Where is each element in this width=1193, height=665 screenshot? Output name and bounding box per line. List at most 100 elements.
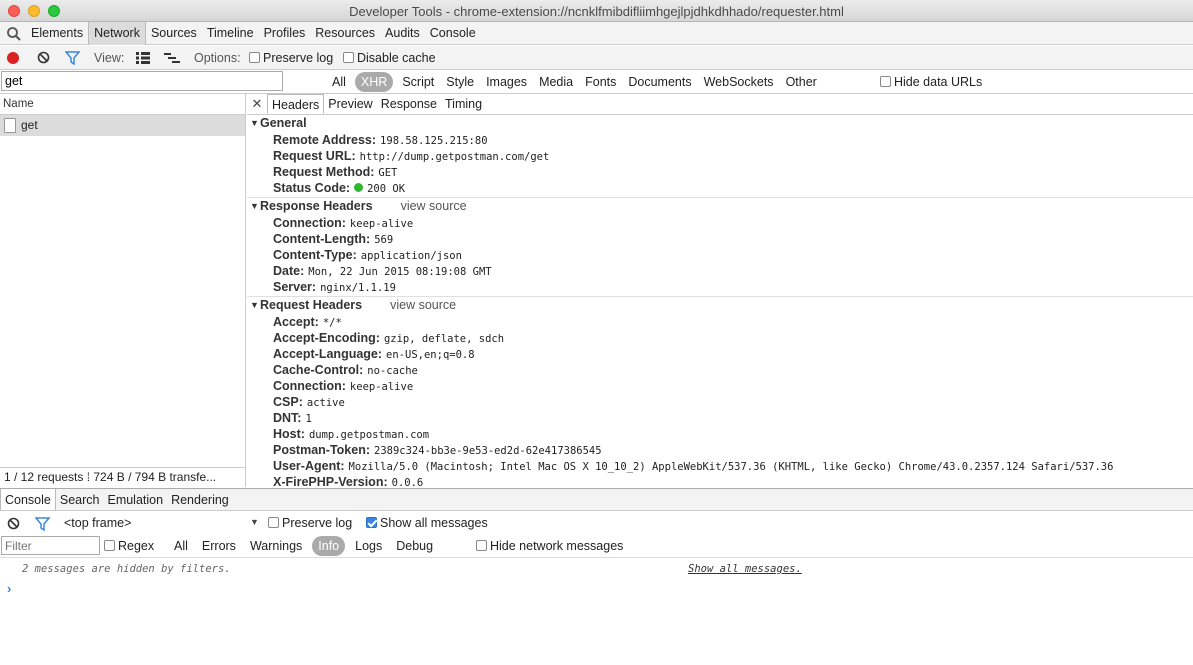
show-all-messages-link[interactable]: Show all messages.	[688, 563, 802, 575]
filter-icon[interactable]	[65, 51, 80, 65]
tab-sources[interactable]: Sources	[146, 22, 202, 45]
tab-network[interactable]: Network	[88, 22, 146, 45]
header-row: Content-Length: 569	[247, 231, 1193, 247]
header-name: Accept-Language:	[273, 347, 383, 361]
request-details: ✕ Headers Preview Response Timing ▼ Gener…	[247, 94, 1193, 487]
tab-resources[interactable]: Resources	[310, 22, 380, 45]
tab-headers[interactable]: Headers	[267, 94, 325, 114]
level-warnings[interactable]: Warnings	[243, 536, 309, 556]
header-value: keep-alive	[349, 218, 414, 230]
tab-response[interactable]: Response	[377, 94, 441, 114]
view-source-link[interactable]: view source	[401, 199, 467, 213]
checkbox-box[interactable]	[366, 517, 377, 528]
request-row[interactable]: get	[0, 115, 245, 136]
dropdown-triangle-icon[interactable]: ▼	[250, 517, 259, 527]
header-value: Mozilla/5.0 (Macintosh; Intel Mac OS X 1…	[348, 461, 1114, 473]
hide-data-urls-checkbox[interactable]: Hide data URLs	[880, 75, 982, 89]
header-row: X-FirePHP-Version: 0.0.6	[247, 474, 1193, 487]
type-filter-documents[interactable]: Documents	[622, 72, 697, 92]
preserve-log-checkbox[interactable]: Preserve log	[249, 51, 333, 65]
tab-profiles[interactable]: Profiles	[259, 22, 311, 45]
tab-console[interactable]: Console	[425, 22, 481, 45]
header-row: Cache-Control: no-cache	[247, 362, 1193, 378]
tab-timeline[interactable]: Timeline	[202, 22, 259, 45]
disable-cache-checkbox[interactable]: Disable cache	[343, 51, 436, 65]
filter-icon[interactable]	[35, 517, 50, 531]
request-headers-toggle[interactable]: ▼ Request Headers view source	[247, 297, 1193, 314]
checkbox-box[interactable]	[343, 52, 354, 63]
network-filter-input[interactable]	[1, 71, 283, 91]
show-all-messages-checkbox[interactable]: Show all messages	[366, 516, 488, 530]
type-filter-images[interactable]: Images	[480, 72, 533, 92]
header-value: nginx/1.1.19	[320, 282, 396, 294]
header-row: Host: dump.getpostman.com	[247, 426, 1193, 442]
overview-icon[interactable]	[164, 52, 180, 64]
large-rows-icon[interactable]	[136, 52, 150, 64]
drawer-tab-console[interactable]: Console	[0, 489, 56, 510]
search-icon[interactable]	[6, 26, 22, 42]
header-value: active	[306, 397, 345, 409]
console-prompt[interactable]: ›	[7, 581, 11, 596]
type-filter-xhr[interactable]: XHR	[354, 72, 394, 92]
checkbox-box[interactable]	[476, 540, 487, 551]
clear-icon[interactable]	[37, 51, 50, 64]
checkbox-box[interactable]	[880, 76, 891, 87]
drawer-tab-rendering[interactable]: Rendering	[167, 489, 233, 510]
header-value: no-cache	[367, 365, 418, 377]
tab-timing[interactable]: Timing	[441, 94, 486, 114]
header-name: Status Code:	[273, 181, 351, 195]
level-debug[interactable]: Debug	[389, 536, 440, 556]
name-column-header[interactable]: Name	[0, 94, 245, 115]
header-name: Content-Length:	[273, 232, 371, 246]
header-value: Mon, 22 Jun 2015 08:19:08 GMT	[308, 266, 492, 278]
hide-network-messages-checkbox[interactable]: Hide network messages	[476, 539, 623, 553]
hide-network-label: Hide network messages	[490, 539, 624, 553]
console-filter-bar: Regex AllErrorsWarningsInfoLogsDebug Hid…	[0, 535, 1193, 558]
console-filter-input[interactable]	[1, 536, 100, 555]
drawer-tab-emulation[interactable]: Emulation	[103, 489, 167, 510]
header-name: Connection:	[273, 379, 346, 393]
type-filter-all[interactable]: All	[326, 72, 352, 92]
level-info[interactable]: Info	[312, 536, 346, 556]
response-headers-toggle[interactable]: ▼ Response Headers view source	[247, 198, 1193, 215]
record-button[interactable]	[7, 52, 19, 64]
header-value: dump.getpostman.com	[308, 429, 430, 441]
header-name: Request URL:	[273, 149, 356, 163]
response-headers-section: ▼ Response Headers view source Connection:…	[247, 198, 1193, 297]
checkbox-box[interactable]	[104, 540, 115, 551]
hidden-messages-notice: 2 messages are hidden by filters.	[22, 563, 231, 575]
checkbox-box[interactable]	[268, 517, 279, 528]
type-filter-other[interactable]: Other	[780, 72, 823, 92]
regex-label: Regex	[118, 539, 155, 553]
type-filter-fonts[interactable]: Fonts	[579, 72, 622, 92]
header-name: DNT:	[273, 411, 302, 425]
level-errors[interactable]: Errors	[195, 536, 243, 556]
type-filter-media[interactable]: Media	[533, 72, 579, 92]
window-titlebar: Developer Tools - chrome-extension://ncn…	[0, 0, 1193, 22]
tab-audits[interactable]: Audits	[380, 22, 425, 45]
type-filter-style[interactable]: Style	[440, 72, 480, 92]
general-section: ▼ General Remote Address: 198.58.125.215:8…	[247, 115, 1193, 198]
header-name: Content-Type:	[273, 248, 357, 262]
header-value: 2389c324-bb3e-9e53-ed2d-62e417386545	[374, 445, 602, 457]
tab-elements[interactable]: Elements	[26, 22, 88, 45]
checkbox-box[interactable]	[249, 52, 260, 63]
level-all[interactable]: All	[167, 536, 195, 556]
console-preserve-log-checkbox[interactable]: Preserve log	[268, 516, 352, 530]
header-name: Connection:	[273, 216, 346, 230]
document-icon	[4, 118, 16, 133]
view-source-link[interactable]: view source	[390, 298, 456, 312]
type-filter-script[interactable]: Script	[396, 72, 440, 92]
tab-preview[interactable]: Preview	[324, 94, 376, 114]
regex-checkbox[interactable]: Regex	[104, 539, 154, 553]
clear-console-icon[interactable]	[7, 517, 20, 530]
header-name: Accept-Encoding:	[273, 331, 380, 345]
level-logs[interactable]: Logs	[348, 536, 389, 556]
frame-select[interactable]: <top frame>	[64, 516, 131, 530]
filter-bar: AllXHRScriptStyleImagesMediaFontsDocumen…	[0, 70, 1193, 94]
close-icon[interactable]: ✕	[247, 94, 267, 114]
general-section-toggle[interactable]: ▼ General	[247, 115, 1193, 132]
header-name: Accept:	[273, 315, 319, 329]
type-filter-websockets[interactable]: WebSockets	[698, 72, 780, 92]
drawer-tab-search[interactable]: Search	[56, 489, 104, 510]
